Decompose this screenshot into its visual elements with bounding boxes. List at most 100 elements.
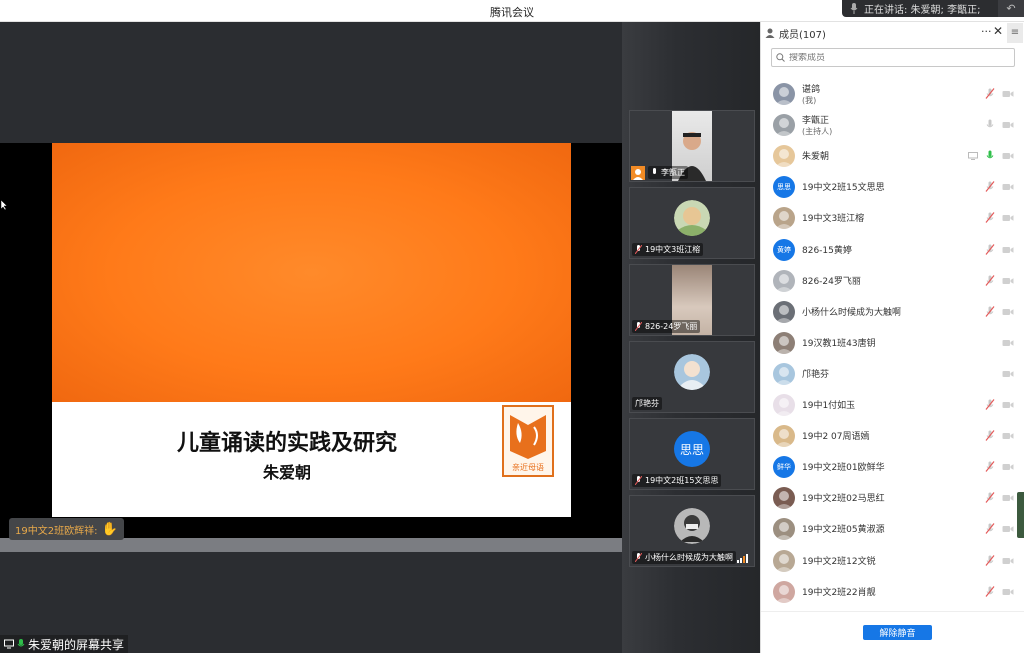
logo-text: 亲近母语: [512, 462, 544, 472]
member-row[interactable]: 谌鸽 (我): [761, 78, 1024, 109]
mic-muted-icon[interactable]: [985, 399, 995, 410]
camera-off-icon[interactable]: [1002, 152, 1014, 160]
member-row[interactable]: 19中文2班22肖靓: [761, 576, 1024, 607]
member-row[interactable]: 朱爱朝: [761, 140, 1024, 171]
share-bottom-bar: [0, 538, 622, 552]
avatar-initials: 鲜华: [777, 463, 791, 471]
camera-off-icon[interactable]: [1002, 432, 1014, 440]
more-options-icon[interactable]: ···: [981, 25, 992, 38]
tile-name: 李甑正: [661, 168, 685, 177]
camera-off-icon[interactable]: [1002, 339, 1014, 347]
mic-muted-icon[interactable]: [985, 586, 995, 597]
mic-muted-icon[interactable]: [985, 181, 995, 192]
side-tab-handle[interactable]: [1017, 492, 1024, 538]
menu-icon[interactable]: ≡: [1007, 23, 1023, 43]
mic-muted-icon[interactable]: [985, 306, 995, 317]
host-icon: [631, 166, 645, 180]
mic-muted-icon[interactable]: [985, 430, 995, 441]
member-name: 19中文2班02马思红: [802, 494, 885, 504]
video-strip[interactable]: 李甑正 19中文3班江榕 826-24罗飞丽 邝艳芬 思思 19中文2班15文思…: [622, 22, 760, 653]
mic-muted-icon[interactable]: [985, 555, 995, 566]
mic-muted-icon[interactable]: [985, 275, 995, 286]
member-name: 19中文2班15文思思: [802, 183, 885, 193]
camera-off-icon[interactable]: [1002, 183, 1014, 191]
mic-muted-icon: [635, 322, 642, 331]
camera-off-icon[interactable]: [1002, 494, 1014, 502]
video-tile[interactable]: 19中文3班江榕: [629, 187, 755, 259]
search-input[interactable]: [789, 52, 989, 63]
mic-muted-icon[interactable]: [985, 492, 995, 503]
unmute-all-button[interactable]: 解除静音: [863, 625, 932, 640]
member-row[interactable]: 19中1付如玉: [761, 389, 1024, 420]
video-tile[interactable]: 小杨什么时候成为大触啊: [629, 495, 755, 567]
close-icon[interactable]: ✕: [993, 24, 1003, 38]
member-avatar: [773, 425, 795, 447]
camera-off-icon[interactable]: [1002, 308, 1014, 316]
member-row[interactable]: 思思 19中文2班15文思思: [761, 171, 1024, 202]
slide-logo: 亲近母语: [502, 405, 554, 477]
mic-muted-icon[interactable]: [985, 461, 995, 472]
member-count-title: 成员(107): [779, 29, 826, 41]
member-row[interactable]: 邝艳芬: [761, 358, 1024, 389]
slide-title: 儿童诵读的实践及研究: [176, 431, 397, 456]
tile-name: 邝艳芬: [635, 399, 659, 408]
member-row[interactable]: 19汉教1班43唐钥: [761, 327, 1024, 358]
member-row[interactable]: 鲜华 19中文2班01欧鲜华: [761, 451, 1024, 482]
camera-off-icon[interactable]: [1002, 90, 1014, 98]
camera-off-icon[interactable]: [1002, 246, 1014, 254]
camera-off-icon[interactable]: [1002, 121, 1014, 129]
member-row[interactable]: 19中文2班02马思红: [761, 482, 1024, 513]
camera-off-icon[interactable]: [1002, 370, 1014, 378]
participant-avatar: [674, 354, 710, 390]
mic-muted-icon[interactable]: [985, 212, 995, 223]
video-tile[interactable]: 826-24罗飞丽: [629, 264, 755, 336]
signal-icon: [737, 554, 748, 563]
mic-icon[interactable]: [985, 119, 995, 130]
camera-off-icon[interactable]: [1002, 557, 1014, 565]
video-tile[interactable]: 李甑正: [629, 110, 755, 182]
video-tile[interactable]: 思思 19中文2班15文思思: [629, 418, 755, 490]
member-name: 19中2 07周语嫣: [802, 432, 870, 442]
member-avatar: 鲜华: [773, 456, 795, 478]
member-name: 李甑正: [802, 116, 830, 126]
tile-name: 小杨什么时候成为大触啊: [645, 553, 733, 562]
shared-screen: 儿童诵读的实践及研究 朱爱朝 亲近母语: [0, 143, 622, 538]
member-search[interactable]: [771, 48, 1015, 67]
camera-off-icon[interactable]: [1002, 525, 1014, 533]
book-logo-icon: 亲近母语: [504, 407, 552, 475]
member-row[interactable]: 19中文3班江榕: [761, 202, 1024, 233]
mic-muted-icon[interactable]: [985, 523, 995, 534]
camera-off-icon[interactable]: [1002, 588, 1014, 596]
member-name: 朱爱朝: [802, 152, 830, 162]
camera-off-icon[interactable]: [1002, 401, 1014, 409]
mouse-cursor-icon: [1, 200, 7, 210]
mic-muted-icon[interactable]: [985, 244, 995, 255]
member-name: 826-24罗飞丽: [802, 277, 861, 287]
member-row[interactable]: 小杨什么时候成为大触啊: [761, 296, 1024, 327]
mic-muted-icon: [635, 553, 642, 562]
member-avatar: [773, 332, 795, 354]
member-name: 19中文3班江榕: [802, 214, 865, 224]
tile-name: 826-24罗飞丽: [645, 322, 698, 331]
member-avatar: [773, 581, 795, 603]
screen-share-area: 儿童诵读的实践及研究 朱爱朝 亲近母语 19中文2班欧辉祥: ✋ 朱爱朝的屏幕共…: [0, 22, 622, 653]
member-row[interactable]: 826-24罗飞丽: [761, 265, 1024, 296]
mic-icon: [653, 168, 656, 174]
member-row[interactable]: 19中文2班12文锐: [761, 545, 1024, 576]
mic-icon: [17, 639, 25, 647]
camera-off-icon[interactable]: [1002, 463, 1014, 471]
camera-off-icon[interactable]: [1002, 277, 1014, 285]
return-icon[interactable]: ↶: [998, 0, 1024, 17]
member-row[interactable]: 黄婷 826-15黄婷: [761, 234, 1024, 265]
video-tile[interactable]: 邝艳芬: [629, 341, 755, 413]
mic-muted-icon[interactable]: [985, 88, 995, 99]
camera-off-icon[interactable]: [1002, 214, 1014, 222]
member-avatar: [773, 83, 795, 105]
avatar-initials: 黄婷: [777, 246, 791, 254]
mic-active-icon[interactable]: [985, 150, 995, 161]
member-row[interactable]: 李甑正 (主持人): [761, 109, 1024, 140]
slide-author: 朱爱朝: [262, 463, 311, 482]
member-row[interactable]: 19中2 07周语嫣: [761, 420, 1024, 451]
member-row[interactable]: 19中文2班05黄淑源: [761, 513, 1024, 544]
member-avatar: [773, 487, 795, 509]
